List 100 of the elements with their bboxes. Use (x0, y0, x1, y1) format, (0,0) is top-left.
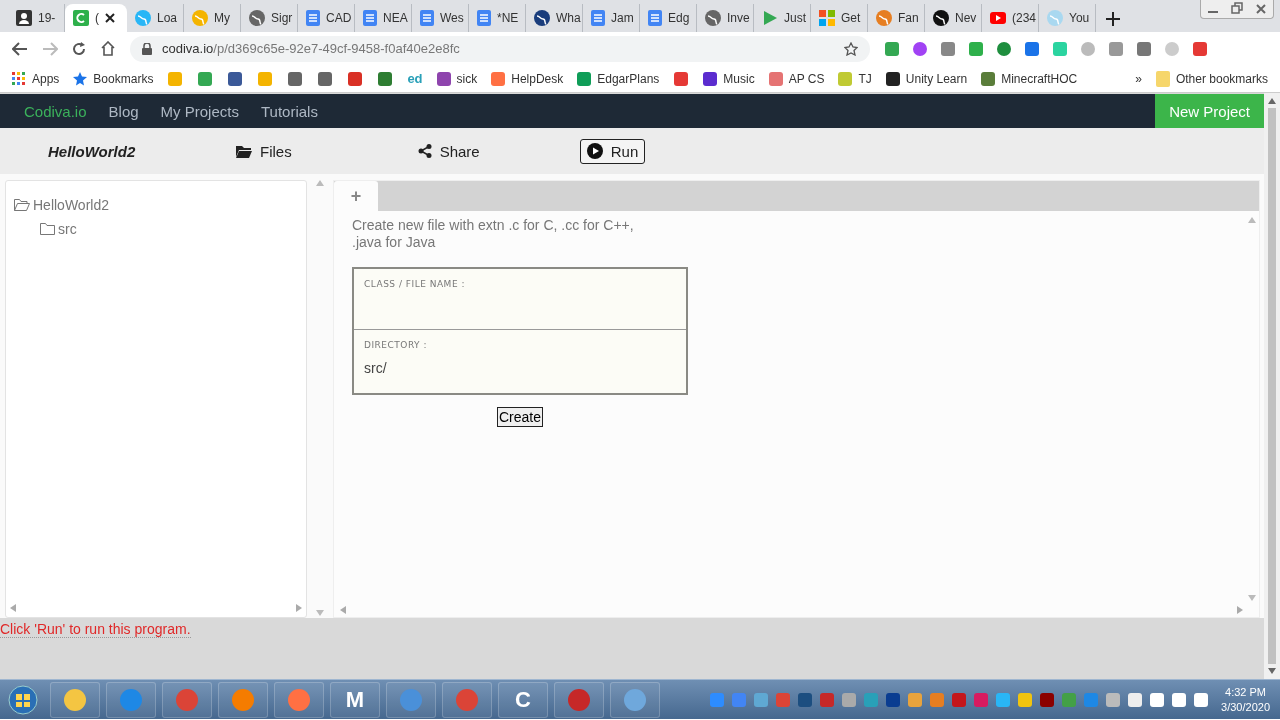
nav-link[interactable]: My Projects (160, 102, 239, 120)
status-message: Click 'Run' to run this program. (0, 621, 191, 638)
extension-icon[interactable] (940, 40, 956, 57)
extension-icon[interactable] (912, 40, 928, 57)
scroll-left-icon[interactable] (10, 604, 16, 612)
star-icon[interactable] (844, 41, 858, 56)
tray-icon[interactable] (1105, 691, 1122, 708)
bookmark-link[interactable]: AP CS (768, 71, 825, 86)
extension-icon[interactable] (884, 40, 900, 57)
tray-icon[interactable] (1193, 691, 1210, 708)
app-icon (623, 687, 647, 712)
tray-icon[interactable] (1017, 691, 1034, 708)
bookmark-icon[interactable] (287, 70, 304, 87)
bookmark-link[interactable]: sick (436, 71, 478, 86)
bookmark-link[interactable]: Unity Learn (885, 71, 968, 86)
tray-icon[interactable] (907, 691, 924, 708)
scroll-up-icon[interactable] (1268, 98, 1276, 104)
app-icon (399, 687, 423, 712)
app-icon (119, 687, 143, 712)
start-orb-icon[interactable] (8, 684, 38, 715)
taskbar-app[interactable] (554, 681, 604, 718)
app-icon (175, 687, 199, 712)
tray-icon[interactable] (885, 691, 902, 708)
lock-icon (142, 42, 152, 55)
bookmark-icon[interactable] (227, 70, 244, 87)
scroll-down-icon[interactable] (1268, 668, 1276, 674)
bookmark-link[interactable]: Music (703, 71, 755, 86)
site-icon (768, 71, 783, 86)
plus-icon[interactable] (1106, 12, 1120, 26)
bookmark-link[interactable]: TJ (838, 71, 872, 86)
contact-card-icon (16, 10, 32, 26)
folder-icon (40, 223, 55, 235)
extension-icon[interactable] (1052, 40, 1068, 57)
bookmark-link[interactable]: HelpDesk (491, 71, 564, 86)
bookmark-icon[interactable] (377, 70, 394, 87)
tray-icon[interactable] (1171, 691, 1188, 708)
bookmark-folder[interactable]: Other bookmarks (1155, 70, 1268, 87)
share-button[interactable]: Share (413, 138, 484, 164)
browser-tab[interactable]: ( (65, 4, 127, 32)
nav-link[interactable]: Blog (108, 102, 139, 120)
create-button[interactable]: Create (497, 407, 544, 427)
address-bar[interactable]: codiva.io/p/d369c65e-92e7-49cf-9458-f0af40e2e8fc (130, 35, 870, 62)
run-button[interactable]: Run (579, 138, 646, 164)
taskbar-app[interactable] (442, 681, 492, 718)
play-icon (762, 10, 778, 26)
app-icon (567, 687, 591, 712)
bookmark-link[interactable]: EdgarPlans (577, 71, 660, 86)
extension-icon[interactable] (996, 40, 1012, 57)
overflow-chevron[interactable]: » (1135, 71, 1142, 86)
taskbar-app[interactable] (162, 681, 212, 718)
extension-icon[interactable] (1024, 40, 1040, 57)
extension-icon[interactable] (1136, 40, 1152, 57)
tray-icon[interactable] (841, 691, 858, 708)
bookmark-icon[interactable] (197, 70, 214, 87)
taskbar-app[interactable] (50, 681, 100, 718)
grid-icon (819, 10, 835, 26)
restore-icon[interactable] (1231, 2, 1243, 16)
tray-icon[interactable] (1039, 691, 1056, 708)
reload-icon[interactable] (72, 41, 86, 56)
files-button[interactable]: Files (232, 138, 296, 164)
bookmark-link[interactable]: Bookmarks (73, 71, 154, 86)
page-scrollbar[interactable] (1264, 93, 1280, 679)
app-icon (231, 687, 255, 712)
tray-icon[interactable] (797, 691, 814, 708)
taskbar-app[interactable] (106, 681, 156, 718)
clock[interactable]: 4:32 PM 3/30/2020 (1213, 684, 1280, 715)
close-icon[interactable] (105, 13, 115, 23)
home-icon[interactable] (100, 41, 116, 56)
globe-icon (135, 10, 151, 26)
taskbar-app[interactable] (274, 681, 324, 718)
taskbar-app-icon[interactable]: C (498, 681, 548, 718)
scroll-right-icon[interactable] (296, 604, 302, 612)
bookmark-link[interactable]: MinecraftHOC (981, 71, 1078, 86)
tray-icon[interactable] (1149, 691, 1166, 708)
nav-link[interactable]: Tutorials (260, 102, 318, 120)
bookmark-icon[interactable] (317, 70, 334, 87)
scroll-right-icon[interactable] (1237, 606, 1243, 614)
tray-icon[interactable] (1127, 691, 1144, 708)
document-icon (306, 10, 320, 26)
brand-link[interactable]: Codiva.io (24, 102, 87, 120)
globe-icon (705, 10, 721, 26)
taskbar-app-icon[interactable]: M (330, 681, 380, 718)
taskbar-app[interactable] (610, 681, 660, 718)
scroll-left-icon[interactable] (340, 606, 346, 614)
bookmark-icon[interactable] (673, 70, 690, 87)
extension-icon[interactable] (1108, 40, 1124, 57)
taskbar-app[interactable] (218, 681, 268, 718)
input-field[interactable]: src/ (364, 356, 676, 380)
bookmark-icon[interactable] (347, 70, 364, 87)
extension-icon[interactable] (1192, 40, 1208, 57)
back-arrow-icon[interactable] (12, 41, 28, 56)
tree-item[interactable]: HelloWorld2 (14, 197, 298, 213)
site-icon (981, 71, 996, 86)
extension-icon[interactable] (968, 40, 984, 57)
forward-arrow-icon[interactable] (42, 41, 58, 56)
bookmark-link[interactable]: Apps (12, 71, 60, 86)
tray-icon[interactable] (995, 691, 1012, 708)
extension-icon[interactable] (1080, 40, 1096, 57)
tree-item[interactable]: src (40, 221, 298, 237)
taskbar-app[interactable] (386, 681, 436, 718)
